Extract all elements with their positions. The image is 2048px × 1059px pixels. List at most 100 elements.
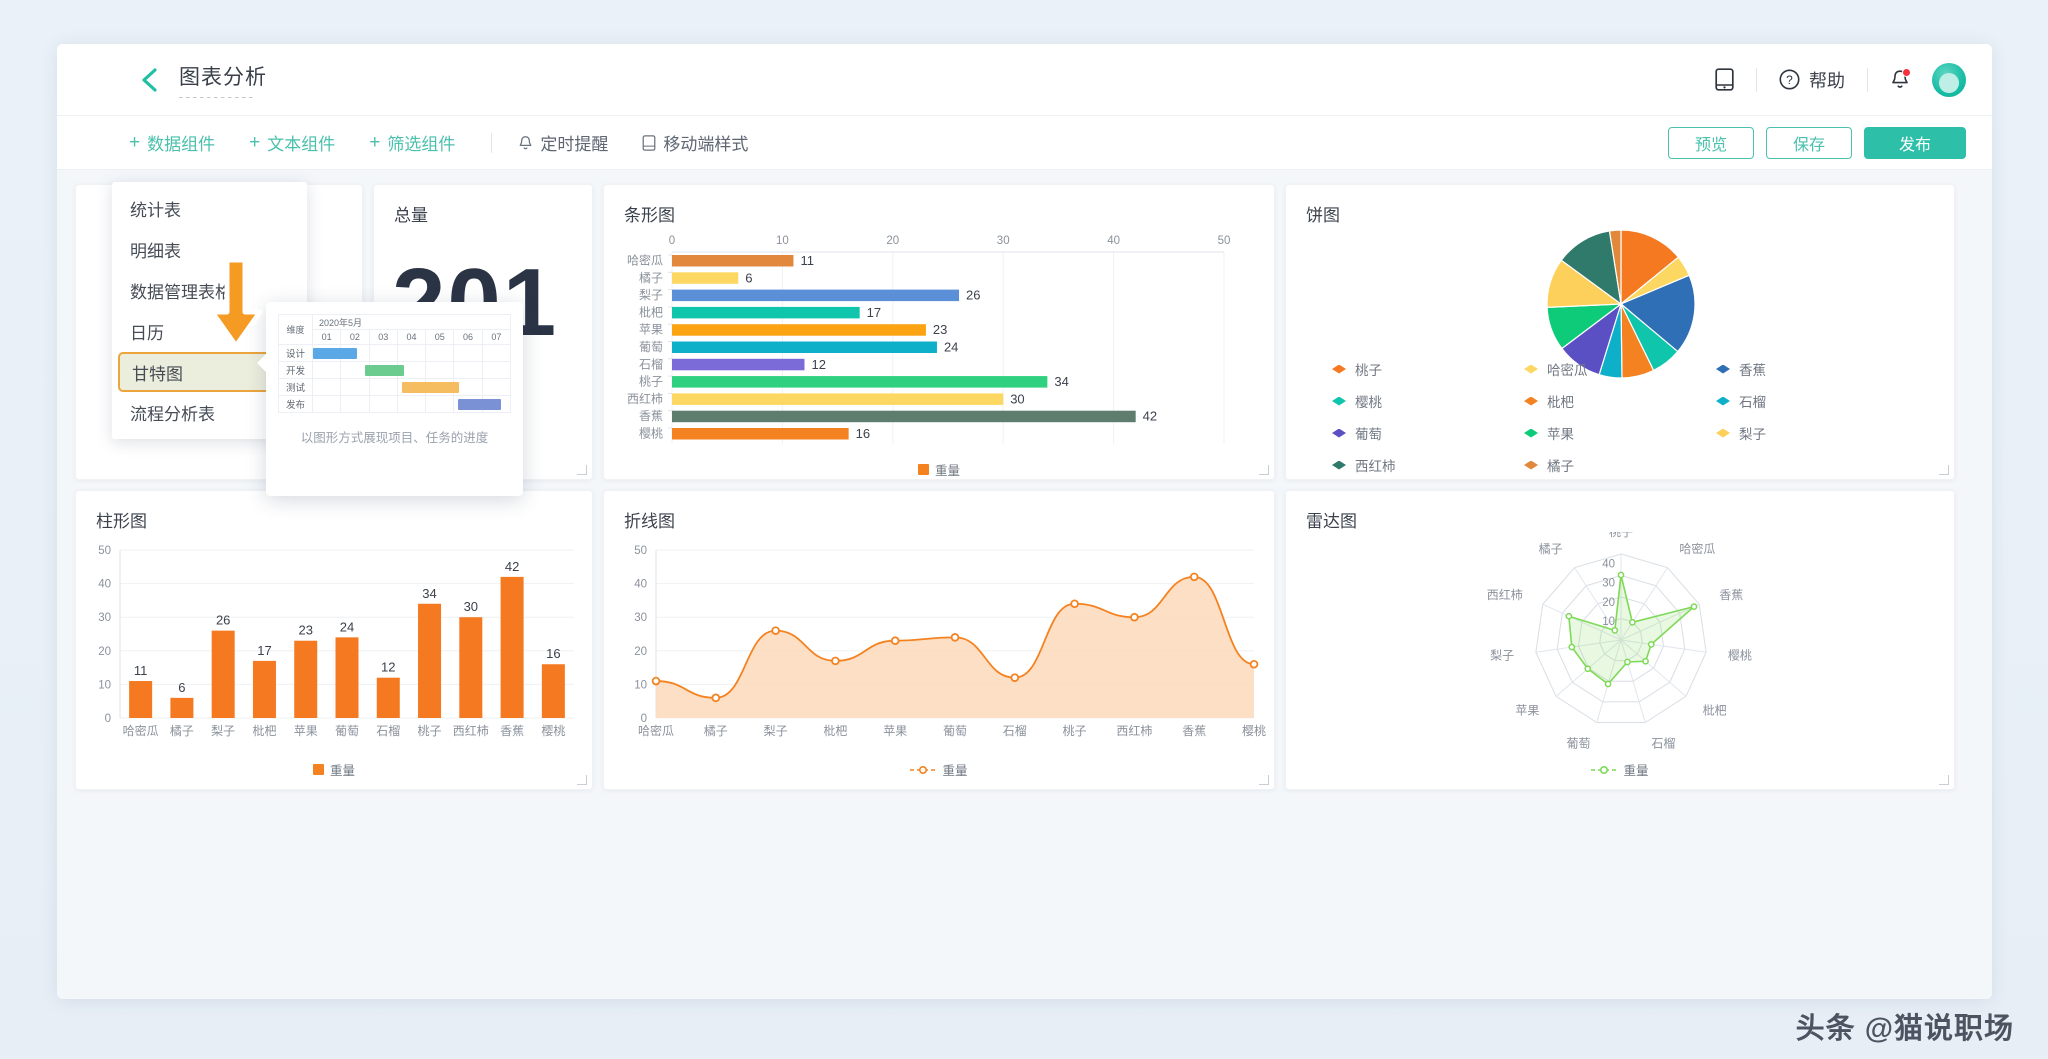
category-label: 枇杷 [639,304,663,319]
radar-ring-label: 30 [1602,578,1615,590]
category-label: 枇杷 [823,723,847,738]
save-button[interactable]: 保存 [1766,127,1852,159]
pie-legend-item[interactable]: 香蕉 [1716,359,1908,379]
legend-label: 香蕉 [1739,359,1766,379]
x-tick-label: 30 [997,235,1010,247]
add-filter-component-button[interactable]: + 筛选组件 [369,130,455,155]
resize-handle[interactable] [577,465,587,475]
tooltip-tail [257,354,266,372]
resize-handle[interactable] [1259,775,1269,785]
resize-handle[interactable] [1939,465,1949,475]
line-chart-legend[interactable]: 重量 [604,760,1274,779]
gantt-cell [313,396,341,413]
notification-dot [1902,68,1911,77]
y-tick-label: 20 [98,646,111,658]
radar-ring-label: 20 [1602,597,1615,609]
gantt-cell [397,362,425,379]
preview-button[interactable]: 预览 [1668,127,1754,159]
add-text-component-button[interactable]: + 文本组件 [249,130,335,155]
pie-legend-item[interactable]: 苹果 [1524,423,1716,443]
pie-legend-item[interactable]: 哈密瓜 [1524,359,1716,379]
toolbar-actions: 预览 保存 发布 [1668,127,1966,159]
mobile-style-button[interactable]: 移动端样式 [642,130,748,155]
gantt-cell [369,396,397,413]
gantt-row: 设计 [279,345,511,362]
data-point [1612,628,1617,633]
value-label: 6 [178,680,185,695]
card-radar-chart[interactable]: 雷达图 桃子哈密瓜香蕉樱桃枇杷石榴葡萄苹果梨子西红柿橘子10203040 重量 [1285,490,1955,790]
help-button[interactable]: ? 帮助 [1779,67,1845,93]
bar [212,631,235,718]
header-divider-2 [1867,68,1868,92]
category-label: 梨子 [211,724,235,738]
back-button[interactable] [135,65,165,95]
category-label: 石榴 [639,357,663,371]
gantt-cell [397,396,425,413]
pie-chart-legend[interactable]: 桃子哈密瓜 香蕉樱桃枇杷石榴葡萄 苹果 梨子西红柿橘子 [1286,359,1954,475]
pie-legend-item[interactable]: 西红柿 [1332,455,1524,475]
category-label: 哈密瓜 [123,723,159,738]
value-label: 34 [422,586,436,601]
card-bar-chart[interactable]: 条形图 01020304050哈密瓜11橘子6梨子26枇杷17苹果23葡萄24石… [603,184,1275,480]
pie-legend-item[interactable]: 桃子 [1332,359,1524,379]
value-label: 42 [505,559,519,574]
category-label: 苹果 [639,323,663,337]
radar-axis-label: 哈密瓜 [1679,541,1715,556]
mobile-preview-icon[interactable] [1715,68,1734,91]
avatar[interactable] [1932,63,1966,97]
add-data-component-button[interactable]: + 数据组件 [129,130,215,155]
pie-legend-item[interactable]: 葡萄 [1332,423,1524,443]
radar-ring-label: 40 [1602,559,1615,571]
resize-handle[interactable] [1939,775,1949,785]
dropdown-item-明细表[interactable]: 明细表 [112,229,307,270]
legend-label: 重量 [935,460,960,479]
legend-line-marker [1591,765,1617,775]
pie-legend-item[interactable]: 石榴 [1716,391,1908,411]
category-label: 哈密瓜 [627,253,663,268]
card-column-chart[interactable]: 柱形图 0102030405011哈密瓜6橘子26梨子17枇杷23苹果24葡萄1… [75,490,593,790]
publish-button[interactable]: 发布 [1864,127,1966,159]
category-label: 橘子 [170,723,194,738]
legend-label: 葡萄 [1355,423,1382,443]
resize-handle[interactable] [1259,465,1269,475]
help-label: 帮助 [1809,67,1845,93]
category-label: 橘子 [639,270,663,285]
category-label: 葡萄 [639,340,663,354]
gantt-table: 维度 2020年5月 01020304050607 设计开发测试发布 [278,314,511,413]
column-chart-legend[interactable]: 重量 [76,760,592,779]
y-tick-label: 40 [634,579,647,591]
scheduled-reminder-button[interactable]: 定时提醒 [518,130,608,155]
gantt-cell [454,345,482,362]
gantt-cell [482,396,510,413]
legend-swatch [1332,365,1346,374]
gantt-cell [454,396,482,413]
legend-swatch [1332,429,1346,438]
resize-handle[interactable] [577,775,587,785]
gantt-cell [369,345,397,362]
value-label: 11 [800,253,814,268]
gantt-cell [426,362,454,379]
bar-chart-legend[interactable]: 重量 [604,460,1274,479]
data-point [1625,659,1630,664]
legend-label: 苹果 [1547,423,1574,443]
notifications-button[interactable] [1890,69,1910,90]
bar [672,393,1003,405]
data-point [1643,659,1648,664]
pie-legend-item[interactable]: 樱桃 [1332,391,1524,411]
radar-chart-legend[interactable]: 重量 [1286,760,1954,779]
card-pie-chart[interactable]: 饼图 桃子哈密瓜香蕉樱桃枇杷石榴葡萄苹果梨子西红柿橘子 [1285,184,1955,480]
x-tick-label: 40 [1107,235,1120,247]
dropdown-item-统计表[interactable]: 统计表 [112,188,307,229]
dashboard-window: 图表分析 ? 帮助 + 数据组件 + 文本组 [57,44,1992,999]
legend-swatch [1524,365,1538,374]
pie-legend-item[interactable]: 橘子 [1524,455,1716,475]
pie-legend-item[interactable]: 枇杷 [1524,391,1716,411]
pie-legend-item[interactable]: 梨子 [1716,423,1908,443]
y-tick-label: 30 [98,612,111,624]
bar [672,290,959,302]
line-chart-svg: 01020304050哈密瓜橘子梨子枇杷苹果葡萄石榴桃子西红柿香蕉樱桃 [604,532,1275,760]
svg-text:?: ? [1786,73,1793,87]
y-tick-label: 50 [98,545,111,557]
card-line-chart[interactable]: 折线图 01020304050哈密瓜橘子梨子枇杷苹果葡萄石榴桃子西红柿香蕉樱桃 … [603,490,1275,790]
app-header: 图表分析 ? 帮助 [57,44,1992,116]
